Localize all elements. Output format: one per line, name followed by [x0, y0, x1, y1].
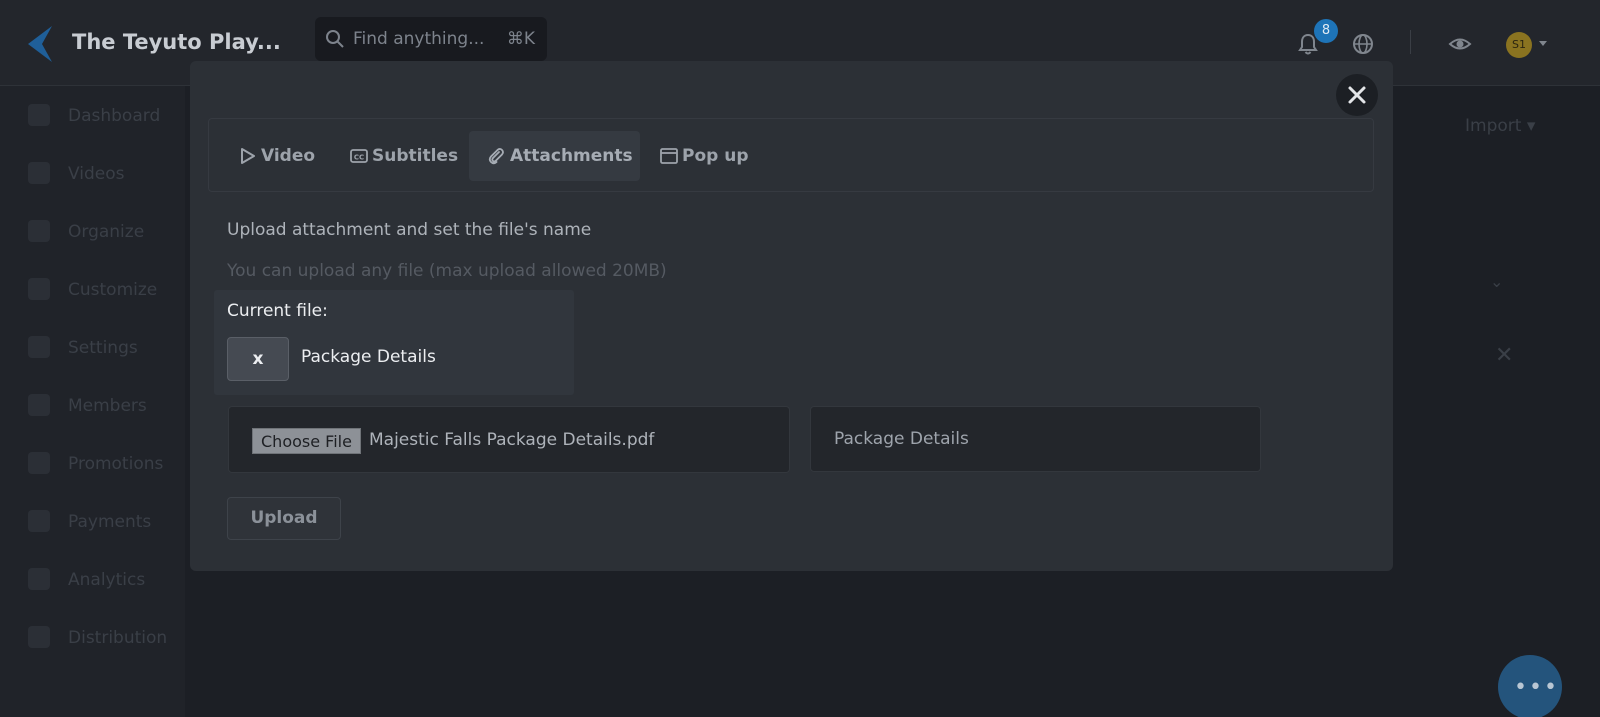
sidebar-item-label: Settings [68, 338, 138, 358]
tab-attachments[interactable]: Attachments [469, 131, 640, 181]
video-icon [28, 162, 50, 184]
choose-file-button[interactable]: Choose File [252, 428, 361, 454]
eye-icon[interactable] [1448, 33, 1472, 55]
topbar-divider [1410, 30, 1411, 54]
import-button[interactable]: Import ▾ [1465, 116, 1535, 136]
file-input[interactable]: Choose File Majestic Falls Package Detai… [228, 406, 790, 473]
tab-label: Pop up [682, 146, 749, 166]
avatar[interactable]: S1 [1506, 32, 1532, 58]
tab-popup[interactable]: Pop up [649, 131, 759, 181]
selected-file-name: Majestic Falls Package Details.pdf [369, 430, 655, 450]
sidebar-item-label: Analytics [68, 570, 146, 590]
current-file-name: Package Details [301, 347, 436, 367]
search-icon [326, 30, 344, 48]
paperclip-icon [488, 148, 504, 165]
tab-label: Video [261, 146, 316, 166]
section-heading: Upload attachment and set the file's nam… [227, 220, 592, 240]
notification-badge: 8 [1314, 19, 1338, 43]
settings-icon [28, 336, 50, 358]
upload-button[interactable]: Upload [227, 497, 341, 540]
cc-icon: CC [350, 149, 368, 163]
current-file-title: Current file: [227, 301, 328, 321]
sidebar-item-label: Dashboard [68, 106, 161, 126]
app-title: The Teyuto Play... [72, 30, 281, 54]
chevron-down-icon: ⌄ [1490, 272, 1504, 291]
globe-icon[interactable] [1352, 33, 1374, 55]
sidebar-item-settings[interactable]: Settings [28, 332, 188, 362]
tab-subtitles[interactable]: CC Subtitles [339, 131, 469, 181]
sidebar-item-customize[interactable]: Customize [28, 274, 188, 304]
tab-label: Attachments [510, 146, 633, 166]
upload-hint: You can upload any file (max upload allo… [227, 261, 667, 281]
sidebar-item-dashboard[interactable]: Dashboard [28, 100, 188, 130]
remove-file-button[interactable]: x [227, 337, 289, 381]
sidebar-item-label: Videos [68, 164, 125, 184]
chart-icon [28, 568, 50, 590]
search-placeholder: Find anything... [353, 29, 485, 49]
distribution-icon [28, 626, 50, 648]
organize-icon [28, 220, 50, 242]
sidebar-item-organize[interactable]: Organize [28, 216, 188, 246]
brush-icon [28, 278, 50, 300]
svg-text:CC: CC [354, 154, 364, 162]
search-shortcut: ⌘K [506, 29, 535, 49]
chevron-down-icon[interactable] [1538, 40, 1548, 48]
tab-label: Subtitles [372, 146, 459, 166]
sidebar-item-label: Distribution [68, 628, 168, 648]
current-file-popover: Current file: x Package Details [214, 290, 574, 395]
modal-tabs: Video CC Subtitles Attachments Pop up [208, 118, 1374, 192]
sidebar-item-distribution[interactable]: Distribution [28, 622, 188, 652]
sidebar-item-promotions[interactable]: Promotions [28, 448, 188, 478]
close-icon [1348, 86, 1366, 104]
sidebar-item-label: Customize [68, 280, 158, 300]
more-dots-icon: ••• [1514, 675, 1559, 700]
wallet-icon [28, 510, 50, 532]
sidebar-item-label: Payments [68, 512, 152, 532]
sidebar-item-label: Members [68, 396, 147, 416]
sidebar-item-payments[interactable]: Payments [28, 506, 188, 536]
dashboard-icon [28, 104, 50, 126]
members-icon [28, 394, 50, 416]
sidebar-item-label: Promotions [68, 454, 164, 474]
file-name-input[interactable] [810, 406, 1261, 472]
sidebar-item-label: Organize [68, 222, 145, 242]
tab-video[interactable]: Video [221, 131, 339, 181]
play-icon [241, 148, 255, 164]
chat-widget-button[interactable]: ••• [1498, 655, 1562, 717]
sidebar: Dashboard Videos Organize Customize Sett… [0, 86, 185, 717]
sidebar-item-videos[interactable]: Videos [28, 158, 188, 188]
close-icon: ✕ [1495, 343, 1514, 368]
gift-icon [28, 452, 50, 474]
logo-icon [28, 26, 52, 62]
sidebar-item-analytics[interactable]: Analytics [28, 564, 188, 594]
window-icon [660, 148, 678, 164]
global-search[interactable]: Find anything... ⌘K [315, 17, 547, 61]
close-button[interactable] [1336, 74, 1378, 116]
sidebar-item-members[interactable]: Members [28, 390, 188, 420]
